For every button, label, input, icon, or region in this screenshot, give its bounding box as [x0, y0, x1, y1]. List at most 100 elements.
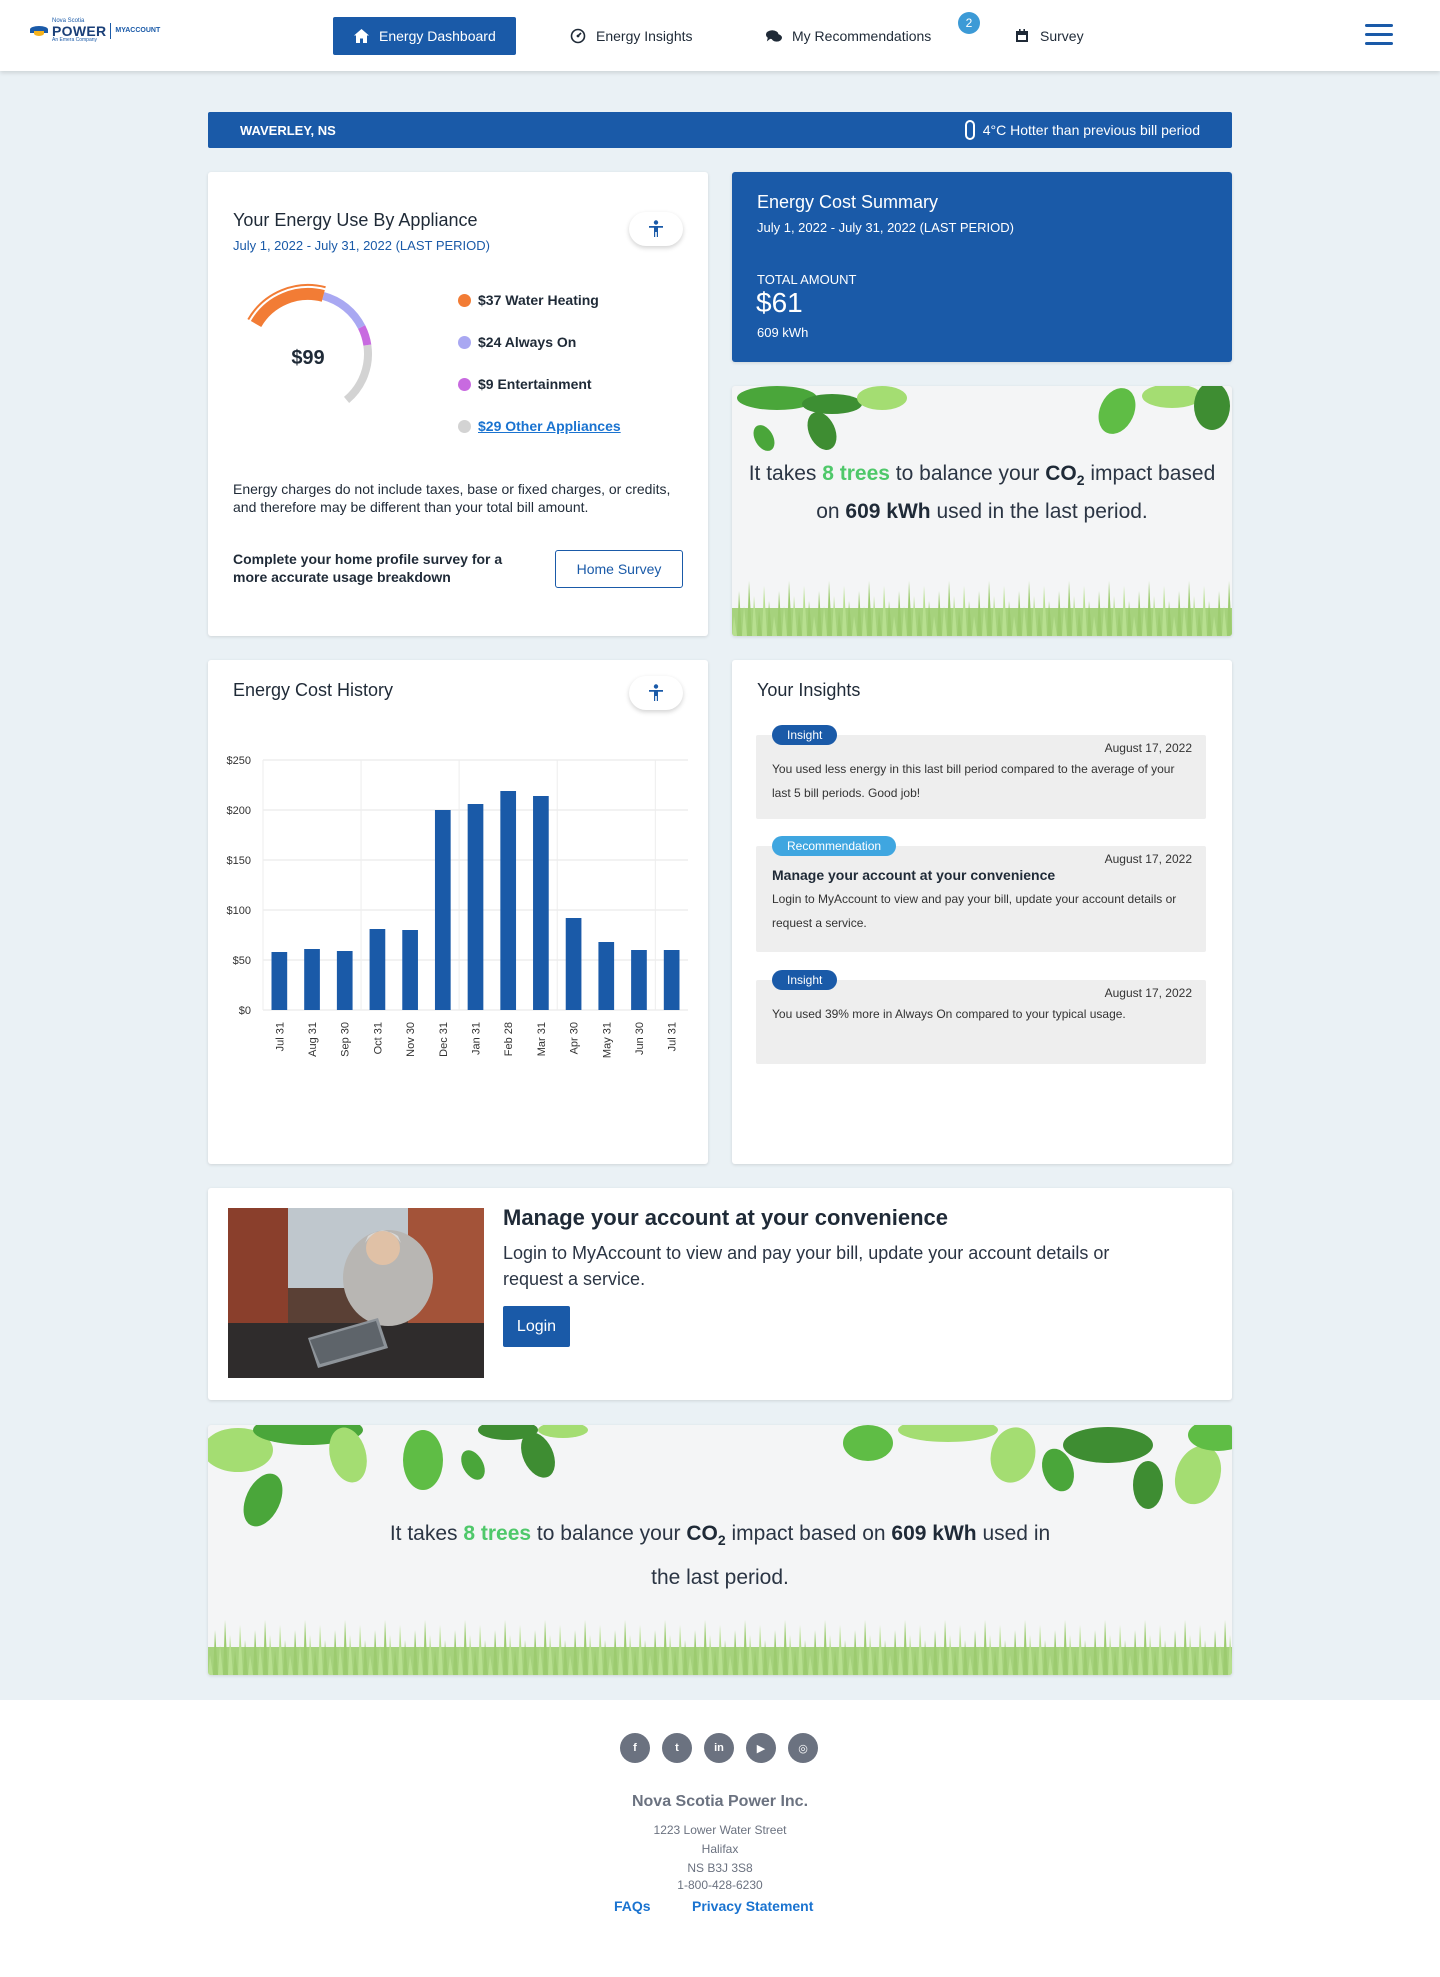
nav-energy-insights[interactable]: Energy Insights — [570, 17, 693, 55]
nav-energy-dashboard[interactable]: Energy Dashboard — [333, 17, 516, 55]
promo-title: Manage your account at your convenience — [503, 1205, 949, 1230]
energy-cost-history-bar-chart: $0 $50 $100 $150 $200 $250 Jul 31 Aug 31 Sep 30 O… — [227, 755, 688, 1058]
x-tick-label: Mar 31 — [536, 1022, 548, 1056]
legend-always-on: $24 Always On — [458, 334, 621, 350]
energy-charges-disclaimer: Energy charges do not include taxes, bas… — [233, 481, 671, 515]
bar-oct-31[interactable] — [369, 929, 386, 1010]
manage-account-promo-card: Manage your account at your convenience … — [208, 1188, 1232, 1400]
insight-item[interactable]: Insight August 17, 2022 You used less en… — [756, 725, 1206, 819]
gauge-icon — [570, 28, 586, 44]
energy-cost-history-card: Energy Cost History $0 $50 $100 $150 $200 $25… — [208, 660, 708, 1164]
x-tick-label: Jul 31 — [667, 1022, 679, 1051]
grass-strip — [732, 608, 1232, 636]
privacy-statement-link[interactable]: Privacy Statement — [692, 1898, 813, 1914]
card-title: Your Energy Use By Appliance — [233, 210, 478, 230]
trees-count: 8 trees — [463, 1522, 532, 1545]
bar-dec-31[interactable] — [434, 810, 451, 1010]
appliance-legend: $37 Water Heating $24 Always On $9 Enter… — [458, 292, 621, 460]
y-tick-label: $100 — [227, 905, 251, 917]
insight-item[interactable]: Insight August 17, 2022 You used 39% mor… — [756, 970, 1206, 1064]
bar-nov-30[interactable] — [402, 930, 418, 1010]
woman-at-laptop-photo — [228, 1208, 484, 1378]
bar-apr-30[interactable] — [565, 918, 582, 1010]
x-tick-label: Aug 31 — [307, 1022, 319, 1057]
home-survey-button[interactable]: Home Survey — [555, 550, 683, 588]
bar-feb-28[interactable] — [500, 791, 517, 1010]
recommendation-item[interactable]: Recommendation August 17, 2022 Manage yo… — [756, 836, 1206, 952]
bar-jul-31[interactable] — [663, 950, 680, 1010]
bar-sep-30[interactable] — [336, 951, 353, 1010]
twitter-icon[interactable]: t — [662, 1733, 692, 1763]
y-tick-label: $250 — [227, 755, 251, 767]
x-tick-label: Jan 31 — [471, 1022, 483, 1055]
x-tick-label: Jun 30 — [634, 1022, 646, 1055]
bar-jan-31[interactable] — [467, 804, 484, 1010]
trees-impact-banner: It takes 8 trees to balance your CO2 imp… — [208, 1425, 1232, 1675]
instagram-icon[interactable]: ◎ — [788, 1733, 818, 1763]
bar-jul-31[interactable] — [271, 952, 288, 1010]
recommendation-text: Login to MyAccount to view and pay your … — [772, 892, 1177, 930]
nav-label: Survey — [1040, 28, 1084, 44]
x-tick-label: Apr 30 — [569, 1022, 581, 1054]
logo-name: POWER — [52, 23, 107, 39]
co2-label: CO — [686, 1522, 718, 1545]
x-tick-label: Jul 31 — [274, 1022, 286, 1051]
legend-other-appliances-link[interactable]: $29 Other Appliances — [458, 418, 621, 434]
legend-entertainment: $9 Entertainment — [458, 376, 621, 392]
location-bar: WAVERLEY, NS 4°C Hotter than previous bi… — [208, 112, 1232, 148]
accessibility-button[interactable] — [629, 676, 683, 710]
legend-water-heating: $37 Water Heating — [458, 292, 621, 308]
your-insights-card: Your Insights Insight August 17, 2022 Yo… — [732, 660, 1232, 1164]
nav-my-recommendations[interactable]: My Recommendations — [766, 17, 931, 55]
trees-impact-card: It takes 8 trees to balance your CO2 imp… — [732, 386, 1232, 636]
x-tick-label: Nov 30 — [405, 1022, 417, 1057]
total-kwh: 609 kWh — [757, 325, 809, 340]
nav-label: My Recommendations — [792, 28, 932, 44]
address-street: 1223 Lower Water Street — [653, 1823, 787, 1837]
chat-icon — [766, 28, 782, 44]
x-tick-label: Feb 28 — [503, 1022, 515, 1056]
bar-jun-30[interactable] — [631, 950, 647, 1010]
trees-impact-message: It takes 8 trees to balance your CO2 imp… — [748, 462, 1216, 524]
insight-tag: Insight — [772, 970, 838, 990]
x-tick-label: May 31 — [601, 1022, 613, 1058]
promo-text: Login to MyAccount to view and pay your … — [503, 1243, 1110, 1289]
recommendations-count-badge: 2 — [958, 12, 980, 34]
y-tick-label: $50 — [233, 955, 251, 967]
nav-label: Energy Dashboard — [379, 28, 496, 44]
linkedin-icon[interactable]: in — [704, 1733, 734, 1763]
logo-mark-icon — [30, 22, 48, 40]
summary-period: July 1, 2022 - July 31, 2022 (LAST PERIO… — [757, 220, 1014, 235]
hamburger-menu-icon[interactable] — [1365, 24, 1393, 46]
bar-aug-31[interactable] — [304, 949, 320, 1010]
facebook-icon[interactable]: f — [620, 1733, 650, 1763]
energy-use-by-appliance-card: Your Energy Use By Appliance July 1, 202… — [208, 172, 708, 636]
address-postal: NS B3J 3S8 — [687, 1861, 753, 1875]
nav-survey[interactable]: Survey — [1014, 17, 1084, 55]
youtube-icon[interactable]: ▶ — [746, 1733, 776, 1763]
recommendation-heading: Manage your account at your convenience — [772, 867, 1056, 883]
insight-date: August 17, 2022 — [1104, 741, 1192, 755]
period-label: July 1, 2022 - July 31, 2022 (LAST PERIO… — [233, 238, 490, 253]
nova-scotia-power-logo[interactable]: Nova Scotia POWER An Emera Company MYACC… — [30, 18, 160, 43]
login-button[interactable]: Login — [503, 1306, 570, 1347]
bar-may-31[interactable] — [598, 942, 615, 1010]
survey-prompt: Complete your home profile survey for a … — [233, 551, 503, 585]
home-icon — [353, 28, 369, 44]
total-amount-label: TOTAL AMOUNT — [757, 272, 857, 287]
insight-text: You used less energy in this last bill p… — [772, 762, 1175, 800]
y-tick-label: $0 — [239, 1005, 251, 1017]
bar-mar-31[interactable] — [533, 796, 549, 1010]
insight-date: August 17, 2022 — [1104, 986, 1192, 1000]
faqs-link[interactable]: FAQs — [614, 1898, 651, 1914]
phone-number: 1-800-428-6230 — [677, 1878, 763, 1892]
accessibility-button[interactable] — [629, 212, 683, 246]
kwh-value: 609 kWh — [845, 500, 931, 524]
top-navigation-bar: Nova Scotia POWER An Emera Company MYACC… — [0, 0, 1440, 71]
thermometer-icon — [964, 120, 975, 140]
appliance-donut-chart: $99 — [247, 284, 372, 404]
donut-segment-2 — [322, 292, 366, 329]
recommendation-tag: Recommendation — [772, 836, 897, 856]
donut-segment-3 — [357, 325, 372, 346]
card-title: Energy Cost History — [233, 680, 394, 700]
